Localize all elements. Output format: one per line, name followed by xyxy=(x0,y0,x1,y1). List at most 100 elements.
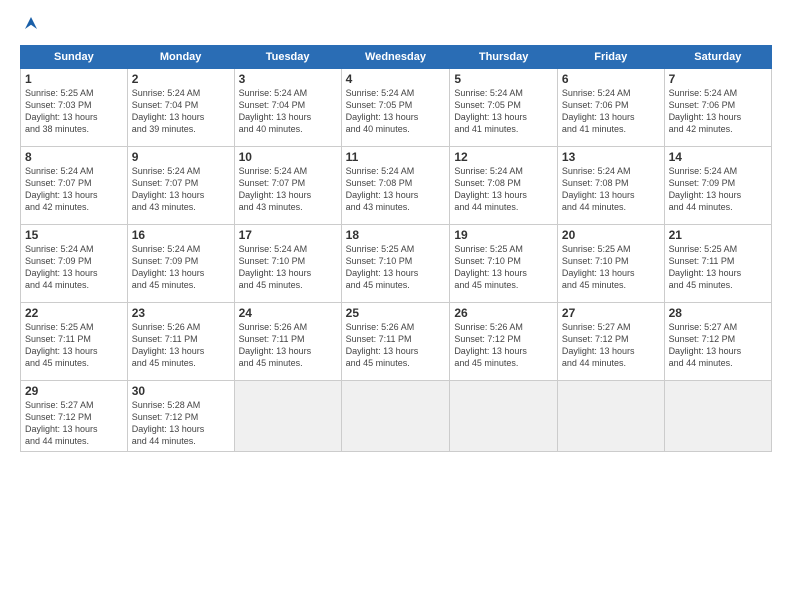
weekday-header-wednesday: Wednesday xyxy=(341,46,450,69)
logo-icon xyxy=(22,14,40,32)
calendar-cell: 9Sunrise: 5:24 AM Sunset: 7:07 PM Daylig… xyxy=(127,147,234,225)
calendar-cell: 21Sunrise: 5:25 AM Sunset: 7:11 PM Dayli… xyxy=(664,225,771,303)
calendar-week-2: 8Sunrise: 5:24 AM Sunset: 7:07 PM Daylig… xyxy=(21,147,772,225)
day-info: Sunrise: 5:24 AM Sunset: 7:09 PM Dayligh… xyxy=(132,243,230,292)
day-info: Sunrise: 5:24 AM Sunset: 7:06 PM Dayligh… xyxy=(669,87,767,136)
day-number: 22 xyxy=(25,306,123,320)
day-number: 20 xyxy=(562,228,660,242)
calendar-week-3: 15Sunrise: 5:24 AM Sunset: 7:09 PM Dayli… xyxy=(21,225,772,303)
calendar-cell: 2Sunrise: 5:24 AM Sunset: 7:04 PM Daylig… xyxy=(127,69,234,147)
day-number: 18 xyxy=(346,228,446,242)
day-info: Sunrise: 5:24 AM Sunset: 7:08 PM Dayligh… xyxy=(346,165,446,214)
day-number: 13 xyxy=(562,150,660,164)
day-info: Sunrise: 5:25 AM Sunset: 7:10 PM Dayligh… xyxy=(562,243,660,292)
day-number: 21 xyxy=(669,228,767,242)
weekday-header-thursday: Thursday xyxy=(450,46,558,69)
logo xyxy=(20,16,40,37)
calendar-cell xyxy=(234,381,341,452)
calendar-cell: 17Sunrise: 5:24 AM Sunset: 7:10 PM Dayli… xyxy=(234,225,341,303)
day-info: Sunrise: 5:24 AM Sunset: 7:05 PM Dayligh… xyxy=(454,87,553,136)
day-number: 15 xyxy=(25,228,123,242)
day-info: Sunrise: 5:26 AM Sunset: 7:12 PM Dayligh… xyxy=(454,321,553,370)
day-info: Sunrise: 5:25 AM Sunset: 7:10 PM Dayligh… xyxy=(346,243,446,292)
day-number: 17 xyxy=(239,228,337,242)
day-number: 19 xyxy=(454,228,553,242)
calendar-cell: 19Sunrise: 5:25 AM Sunset: 7:10 PM Dayli… xyxy=(450,225,558,303)
day-info: Sunrise: 5:25 AM Sunset: 7:11 PM Dayligh… xyxy=(669,243,767,292)
weekday-header-friday: Friday xyxy=(557,46,664,69)
day-number: 7 xyxy=(669,72,767,86)
calendar-cell xyxy=(341,381,450,452)
calendar: SundayMondayTuesdayWednesdayThursdayFrid… xyxy=(20,45,772,452)
calendar-cell: 6Sunrise: 5:24 AM Sunset: 7:06 PM Daylig… xyxy=(557,69,664,147)
day-number: 25 xyxy=(346,306,446,320)
calendar-week-4: 22Sunrise: 5:25 AM Sunset: 7:11 PM Dayli… xyxy=(21,303,772,381)
calendar-cell: 28Sunrise: 5:27 AM Sunset: 7:12 PM Dayli… xyxy=(664,303,771,381)
day-info: Sunrise: 5:24 AM Sunset: 7:07 PM Dayligh… xyxy=(25,165,123,214)
calendar-week-1: 1Sunrise: 5:25 AM Sunset: 7:03 PM Daylig… xyxy=(21,69,772,147)
calendar-cell: 16Sunrise: 5:24 AM Sunset: 7:09 PM Dayli… xyxy=(127,225,234,303)
calendar-cell: 8Sunrise: 5:24 AM Sunset: 7:07 PM Daylig… xyxy=(21,147,128,225)
day-number: 14 xyxy=(669,150,767,164)
calendar-cell: 15Sunrise: 5:24 AM Sunset: 7:09 PM Dayli… xyxy=(21,225,128,303)
day-info: Sunrise: 5:24 AM Sunset: 7:08 PM Dayligh… xyxy=(454,165,553,214)
day-info: Sunrise: 5:24 AM Sunset: 7:07 PM Dayligh… xyxy=(239,165,337,214)
day-info: Sunrise: 5:27 AM Sunset: 7:12 PM Dayligh… xyxy=(25,399,123,448)
calendar-cell: 26Sunrise: 5:26 AM Sunset: 7:12 PM Dayli… xyxy=(450,303,558,381)
day-info: Sunrise: 5:24 AM Sunset: 7:09 PM Dayligh… xyxy=(669,165,767,214)
calendar-cell: 7Sunrise: 5:24 AM Sunset: 7:06 PM Daylig… xyxy=(664,69,771,147)
day-info: Sunrise: 5:25 AM Sunset: 7:03 PM Dayligh… xyxy=(25,87,123,136)
day-info: Sunrise: 5:26 AM Sunset: 7:11 PM Dayligh… xyxy=(346,321,446,370)
calendar-cell: 11Sunrise: 5:24 AM Sunset: 7:08 PM Dayli… xyxy=(341,147,450,225)
day-info: Sunrise: 5:26 AM Sunset: 7:11 PM Dayligh… xyxy=(239,321,337,370)
day-number: 28 xyxy=(669,306,767,320)
day-number: 2 xyxy=(132,72,230,86)
calendar-cell: 23Sunrise: 5:26 AM Sunset: 7:11 PM Dayli… xyxy=(127,303,234,381)
calendar-cell xyxy=(557,381,664,452)
calendar-cell: 1Sunrise: 5:25 AM Sunset: 7:03 PM Daylig… xyxy=(21,69,128,147)
weekday-header-saturday: Saturday xyxy=(664,46,771,69)
header xyxy=(20,16,772,37)
day-info: Sunrise: 5:26 AM Sunset: 7:11 PM Dayligh… xyxy=(132,321,230,370)
day-number: 8 xyxy=(25,150,123,164)
calendar-cell: 29Sunrise: 5:27 AM Sunset: 7:12 PM Dayli… xyxy=(21,381,128,452)
day-number: 4 xyxy=(346,72,446,86)
calendar-cell: 30Sunrise: 5:28 AM Sunset: 7:12 PM Dayli… xyxy=(127,381,234,452)
day-info: Sunrise: 5:24 AM Sunset: 7:06 PM Dayligh… xyxy=(562,87,660,136)
day-info: Sunrise: 5:24 AM Sunset: 7:04 PM Dayligh… xyxy=(132,87,230,136)
calendar-cell: 14Sunrise: 5:24 AM Sunset: 7:09 PM Dayli… xyxy=(664,147,771,225)
day-number: 30 xyxy=(132,384,230,398)
calendar-cell: 4Sunrise: 5:24 AM Sunset: 7:05 PM Daylig… xyxy=(341,69,450,147)
day-info: Sunrise: 5:24 AM Sunset: 7:09 PM Dayligh… xyxy=(25,243,123,292)
day-number: 11 xyxy=(346,150,446,164)
calendar-cell: 20Sunrise: 5:25 AM Sunset: 7:10 PM Dayli… xyxy=(557,225,664,303)
calendar-cell: 13Sunrise: 5:24 AM Sunset: 7:08 PM Dayli… xyxy=(557,147,664,225)
page: SundayMondayTuesdayWednesdayThursdayFrid… xyxy=(0,0,792,612)
day-number: 23 xyxy=(132,306,230,320)
calendar-cell: 12Sunrise: 5:24 AM Sunset: 7:08 PM Dayli… xyxy=(450,147,558,225)
calendar-cell: 24Sunrise: 5:26 AM Sunset: 7:11 PM Dayli… xyxy=(234,303,341,381)
day-number: 29 xyxy=(25,384,123,398)
day-number: 3 xyxy=(239,72,337,86)
calendar-cell: 18Sunrise: 5:25 AM Sunset: 7:10 PM Dayli… xyxy=(341,225,450,303)
day-info: Sunrise: 5:27 AM Sunset: 7:12 PM Dayligh… xyxy=(669,321,767,370)
calendar-cell: 3Sunrise: 5:24 AM Sunset: 7:04 PM Daylig… xyxy=(234,69,341,147)
calendar-cell: 25Sunrise: 5:26 AM Sunset: 7:11 PM Dayli… xyxy=(341,303,450,381)
day-number: 12 xyxy=(454,150,553,164)
day-info: Sunrise: 5:24 AM Sunset: 7:05 PM Dayligh… xyxy=(346,87,446,136)
day-info: Sunrise: 5:24 AM Sunset: 7:10 PM Dayligh… xyxy=(239,243,337,292)
weekday-header-sunday: Sunday xyxy=(21,46,128,69)
weekday-header-tuesday: Tuesday xyxy=(234,46,341,69)
day-number: 6 xyxy=(562,72,660,86)
day-info: Sunrise: 5:27 AM Sunset: 7:12 PM Dayligh… xyxy=(562,321,660,370)
calendar-cell: 22Sunrise: 5:25 AM Sunset: 7:11 PM Dayli… xyxy=(21,303,128,381)
day-info: Sunrise: 5:25 AM Sunset: 7:10 PM Dayligh… xyxy=(454,243,553,292)
day-number: 26 xyxy=(454,306,553,320)
day-info: Sunrise: 5:25 AM Sunset: 7:11 PM Dayligh… xyxy=(25,321,123,370)
day-number: 1 xyxy=(25,72,123,86)
day-info: Sunrise: 5:24 AM Sunset: 7:04 PM Dayligh… xyxy=(239,87,337,136)
day-number: 10 xyxy=(239,150,337,164)
weekday-header-monday: Monday xyxy=(127,46,234,69)
calendar-cell: 27Sunrise: 5:27 AM Sunset: 7:12 PM Dayli… xyxy=(557,303,664,381)
calendar-cell xyxy=(664,381,771,452)
